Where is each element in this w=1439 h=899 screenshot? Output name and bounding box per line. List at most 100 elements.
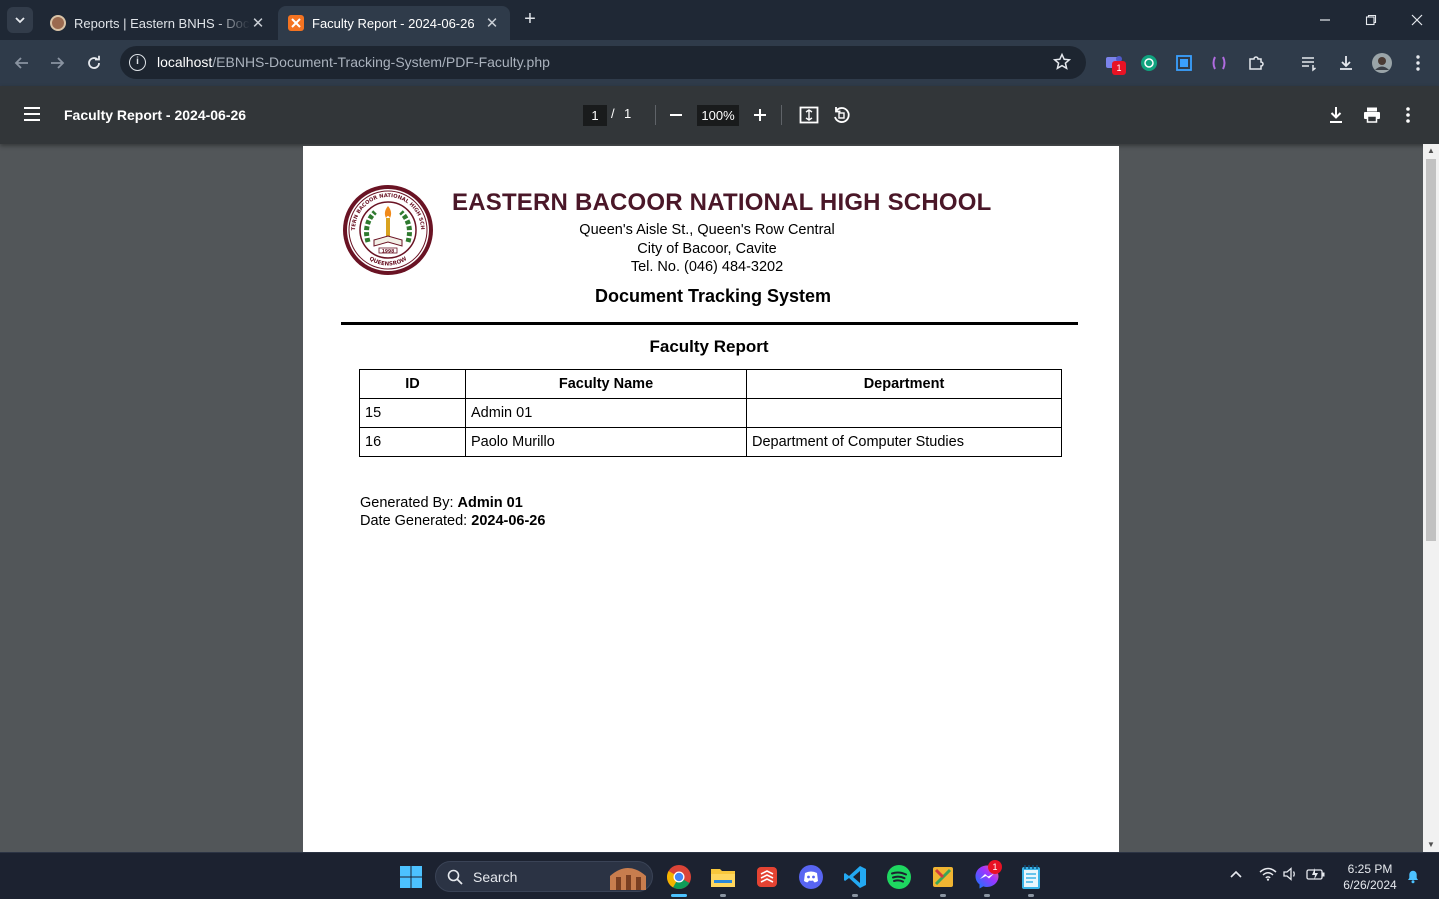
vscode-running-indicator (852, 894, 858, 897)
tab-search-button[interactable] (7, 7, 33, 33)
extension-brackets-icon[interactable] (1208, 52, 1230, 74)
address-line-1: Queen's Aisle St., Queen's Row Central (579, 222, 835, 238)
windows-start-icon[interactable] (397, 863, 425, 891)
print-icon (1364, 107, 1380, 123)
column-header-department: Department (746, 369, 1062, 399)
bookmark-star-icon[interactable] (1052, 52, 1072, 77)
fit-page-button[interactable] (797, 103, 821, 127)
new-tab-button[interactable]: + (518, 8, 542, 32)
rotate-icon (834, 107, 850, 123)
pdf-print-button[interactable] (1360, 103, 1384, 127)
page-number-input[interactable]: 1 (583, 105, 607, 126)
profile-avatar[interactable] (1371, 52, 1393, 74)
generated-by: Generated By: Admin 01 (360, 495, 523, 511)
extension-chatgpt-icon[interactable] (1138, 52, 1160, 74)
zoom-level-input[interactable]: 100% (697, 105, 739, 126)
show-hidden-icons-button[interactable] (1229, 867, 1243, 884)
fit-to-page-icon (799, 106, 819, 124)
address-line-2: City of Bacoor, Cavite (637, 241, 777, 257)
taskbar-xampp-tools-icon[interactable] (929, 863, 957, 891)
tab-title: Faculty Report - 2024-06-26 (312, 15, 475, 31)
minimize-icon (1320, 19, 1330, 21)
pdf-sidebar-menu-icon[interactable] (22, 105, 42, 123)
taskbar-file-explorer-icon[interactable] (709, 863, 737, 891)
pdf-page: 1998 EASTERN BACOOR NATIONAL HIGH SCHOOL… (303, 146, 1119, 852)
url-text[interactable]: localhost/EBNHS-Document-Tracking-System… (157, 54, 550, 70)
vertical-scrollbar[interactable]: ▲ ▼ (1423, 144, 1439, 852)
messenger-notification-badge: 1 (988, 860, 1002, 874)
minimize-button[interactable] (1302, 0, 1348, 40)
site-info-icon[interactable]: i (129, 54, 146, 71)
forward-arrow-icon (51, 57, 65, 69)
taskbar-discord-icon[interactable] (797, 863, 825, 891)
scroll-down-arrow-icon[interactable]: ▼ (1423, 838, 1439, 852)
reload-icon (88, 55, 100, 69)
volume-icon[interactable] (1283, 867, 1299, 884)
date-generated-label: Date Generated: (360, 513, 468, 529)
taskbar-spotify-icon[interactable] (885, 863, 913, 891)
tab-close-icon[interactable]: ✕ (484, 14, 500, 32)
forward-button[interactable] (45, 51, 69, 75)
cell-id: 16 (359, 427, 466, 457)
column-header-faculty-name: Faculty Name (465, 369, 747, 399)
column-header-id: ID (359, 369, 466, 399)
notepad-running-indicator (1028, 894, 1034, 897)
system-clock[interactable]: 6:25 PM 6/26/2024 (1336, 861, 1404, 893)
back-arrow-icon (14, 57, 28, 69)
taskbar-search-label: Search (473, 869, 518, 885)
back-button[interactable] (10, 51, 34, 75)
rotate-button[interactable] (829, 103, 853, 127)
pdf-download-button[interactable] (1324, 103, 1348, 127)
wifi-icon[interactable] (1259, 867, 1277, 884)
reading-list-icon[interactable] (1298, 52, 1320, 74)
school-favicon-icon (50, 15, 66, 31)
restore-button[interactable] (1348, 0, 1394, 40)
tab-reports[interactable]: Reports | Eastern BNHS - Document Tracki… (40, 6, 276, 40)
cell-faculty-name: Paolo Murillo (465, 427, 747, 457)
taskbar-chrome-icon[interactable] (665, 863, 693, 891)
scroll-up-arrow-icon[interactable]: ▲ (1423, 144, 1439, 158)
tab-faculty-report[interactable]: Faculty Report - 2024-06-26 ✕ (278, 6, 510, 40)
chrome-active-indicator (671, 894, 687, 897)
close-window-button[interactable] (1394, 0, 1439, 40)
date-generated-value: 2024-06-26 (471, 513, 546, 529)
taskbar-todoist-icon[interactable] (753, 863, 781, 891)
pdf-more-options-button[interactable] (1396, 103, 1420, 127)
tab-strip: Reports | Eastern BNHS - Document Tracki… (0, 0, 1439, 40)
browser-menu-icon[interactable] (1407, 52, 1429, 74)
seal-year: 1998 (382, 248, 395, 254)
pdf-toolbar: Faculty Report - 2024-06-26 1 / 1 100% (0, 86, 1439, 144)
reload-button[interactable] (82, 51, 106, 75)
zoom-out-button[interactable] (664, 103, 688, 127)
table-row: 16 Paolo Murillo Department of Computer … (359, 427, 1062, 457)
extensions-puzzle-icon[interactable] (1245, 52, 1267, 74)
page-separator: / (611, 106, 615, 121)
battery-icon[interactable] (1306, 867, 1326, 884)
tab-title: Reports | Eastern BNHS - Document Tracki… (74, 15, 250, 31)
cell-faculty-name: Admin 01 (465, 398, 747, 428)
taskbar-search-box[interactable]: Search (435, 861, 653, 892)
scrollbar-thumb[interactable] (1426, 159, 1436, 541)
downloads-icon[interactable] (1335, 52, 1357, 74)
download-icon (1330, 107, 1342, 123)
xampp-favicon-icon (288, 15, 304, 31)
notification-bell-icon[interactable] (1405, 868, 1421, 887)
cell-id: 15 (359, 398, 466, 428)
taskbar-messenger-icon[interactable]: 1 (973, 860, 1002, 891)
toolbar-divider (781, 105, 782, 125)
taskbar-notepad-icon[interactable] (1017, 863, 1045, 891)
header-divider (341, 322, 1078, 325)
search-icon (447, 869, 463, 885)
extension-teams-icon[interactable]: 1 (1103, 52, 1126, 75)
system-name: Document Tracking System (594, 286, 832, 306)
school-name: EASTERN BACOOR NATIONAL HIGH SCHOOL (452, 189, 992, 216)
taskbar-vscode-icon[interactable] (841, 863, 869, 891)
faculty-table: ID Faculty Name Department 15 Admin 01 1… (359, 369, 1062, 457)
tab-close-icon[interactable]: ✕ (250, 14, 266, 32)
more-vert-icon (1406, 107, 1410, 123)
zoom-in-button[interactable] (748, 103, 772, 127)
extension-screenshot-icon[interactable] (1173, 52, 1195, 74)
school-seal-logo: 1998 EASTERN BACOOR NATIONAL HIGH SCHOOL… (341, 184, 433, 275)
address-bar[interactable]: i localhost/EBNHS-Document-Tracking-Syst… (120, 46, 1086, 79)
phone-number: Tel. No. (046) 484-3202 (630, 259, 784, 275)
